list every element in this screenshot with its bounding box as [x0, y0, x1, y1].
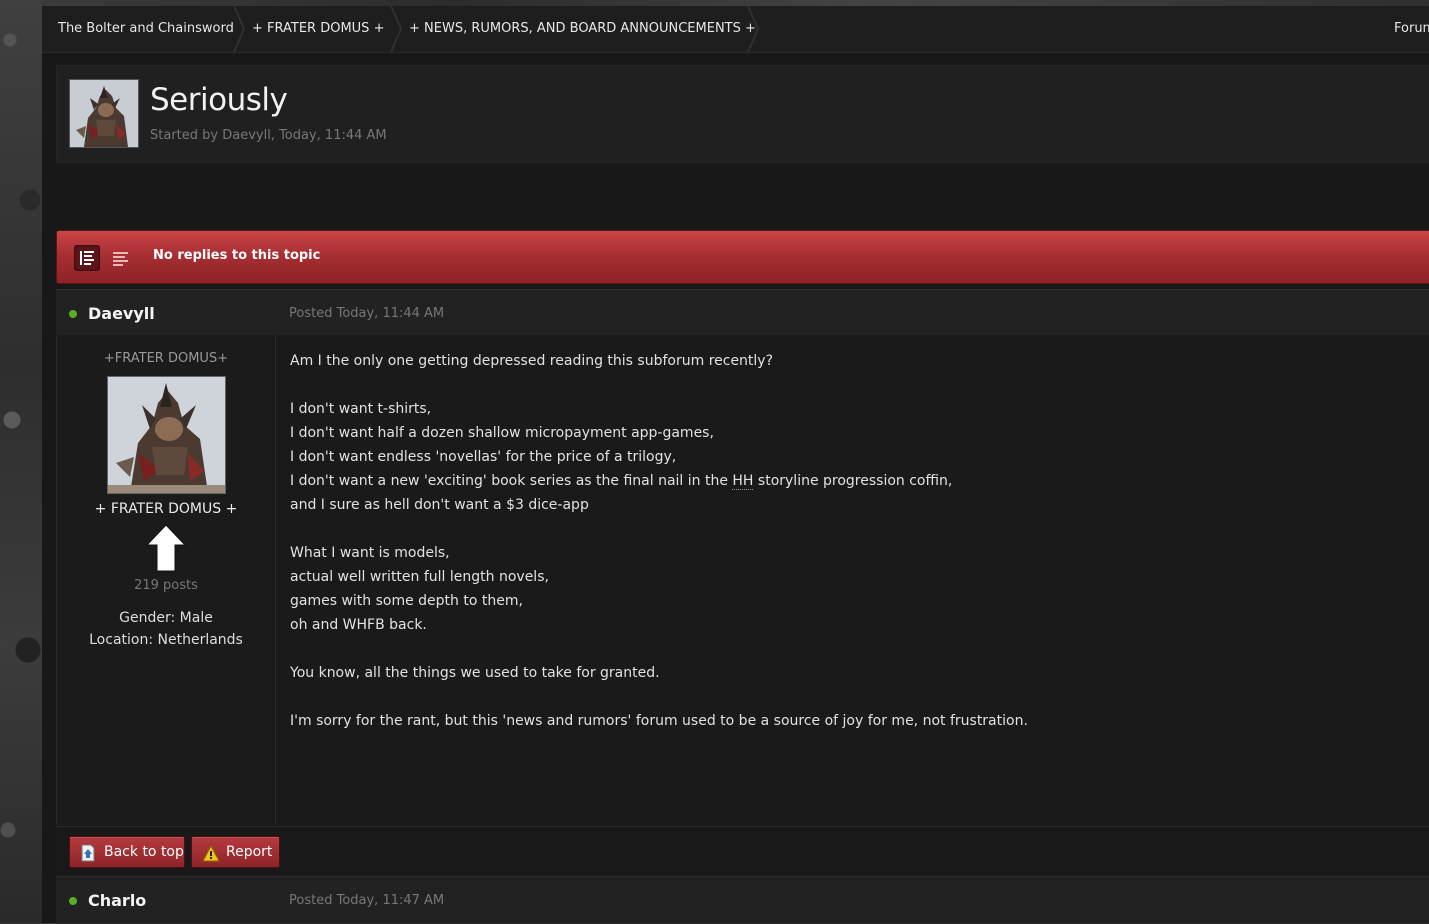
- post-date: Posted Today, 11:47 AM: [289, 893, 445, 908]
- breadcrumb-item-frater-domus[interactable]: + FRATER DOMUS +: [252, 6, 384, 52]
- post-text-line: I don't want a new 'exciting' book serie…: [290, 473, 953, 490]
- post-text-line: I don't want endless 'novellas' for the …: [290, 449, 677, 465]
- replies-count-label: No replies to this topic: [153, 248, 321, 263]
- report-button[interactable]: Report: [191, 836, 280, 868]
- breadcrumb-item-news[interactable]: + NEWS, RUMORS, AND BOARD ANNOUNCEMENTS …: [409, 6, 756, 52]
- post-text-line: [290, 517, 1410, 541]
- post-text-line: [290, 637, 1410, 661]
- post-body: +FRATER DOMUS+ + FRATER DOMUS + 219 post…: [56, 335, 1429, 825]
- post-content: Am I the only one getting depressed read…: [290, 349, 1410, 733]
- list-view-icon[interactable]: [74, 245, 100, 271]
- online-status-icon: [69, 310, 77, 318]
- rank-arrow-icon: [145, 523, 187, 577]
- author-post-count: 219 posts: [134, 578, 198, 593]
- post-text-line: I don't want t-shirts,: [290, 401, 432, 417]
- forum-link[interactable]: Forum: [1394, 6, 1429, 52]
- abbreviation-hh: HH: [732, 473, 754, 490]
- post-date: Posted Today, 11:44 AM: [289, 306, 445, 321]
- post-text-line: I'm sorry for the rant, but this 'news a…: [290, 713, 1028, 729]
- author-location: Location: Netherlands: [89, 632, 243, 648]
- post-text-line: What I want is models,: [290, 545, 450, 561]
- post-text-line: games with some depth to them,: [290, 593, 523, 609]
- breadcrumb-item-home[interactable]: The Bolter and Chainsword: [58, 6, 234, 52]
- author-gender: Gender: Male: [119, 610, 213, 626]
- online-status-icon: [69, 897, 77, 905]
- post-text-line: [290, 373, 1410, 397]
- background-texture: [0, 0, 42, 923]
- back-to-top-label: Back to top: [104, 844, 184, 860]
- topic-header: Seriously Started by Daevyll, Today, 11:…: [56, 65, 1429, 163]
- post-text-line: actual well written full length novels,: [290, 569, 549, 585]
- post-actions: Back to top Report: [56, 826, 1429, 877]
- post-text-line: oh and WHFB back.: [290, 617, 427, 633]
- breadcrumb: The Bolter and Chainsword + FRATER DOMUS…: [42, 6, 1429, 53]
- post-text-line: and I sure as hell don't want a $3 dice-…: [290, 497, 589, 513]
- post-text-line: I don't want half a dozen shallow microp…: [290, 425, 714, 441]
- avatar[interactable]: [69, 79, 139, 148]
- post-header: Charlo Posted Today, 11:47 AM: [56, 876, 1429, 924]
- topic-meta: Started by Daevyll, Today, 11:44 AM: [150, 128, 387, 143]
- text-view-icon[interactable]: [108, 245, 134, 271]
- post-author-name[interactable]: Charlo: [88, 891, 146, 910]
- post-text-line: You know, all the things we used to take…: [290, 665, 660, 681]
- avatar[interactable]: [107, 376, 226, 494]
- breadcrumb-separator-icon: [232, 6, 246, 52]
- post-header: Daevyll Posted Today, 11:44 AM: [56, 289, 1429, 337]
- page-container: The Bolter and Chainsword + FRATER DOMUS…: [42, 6, 1429, 924]
- back-to-top-button[interactable]: Back to top: [69, 836, 185, 868]
- page-title: Seriously: [150, 82, 288, 118]
- warning-icon: [202, 843, 220, 873]
- post-author-name[interactable]: Daevyll: [88, 304, 155, 323]
- author-group-title: +FRATER DOMUS+: [103, 351, 229, 366]
- author-rank-title: + FRATER DOMUS +: [94, 501, 238, 517]
- page-up-icon: [80, 843, 96, 873]
- breadcrumb-separator-icon: [389, 6, 403, 52]
- post-text-line: Am I the only one getting depressed read…: [290, 353, 774, 369]
- replies-bar: No replies to this topic: [56, 230, 1429, 284]
- breadcrumb-separator-icon: [746, 6, 760, 52]
- author-info-panel: +FRATER DOMUS+ + FRATER DOMUS + 219 post…: [57, 335, 276, 825]
- report-label: Report: [226, 844, 273, 860]
- post-text-line: [290, 685, 1410, 709]
